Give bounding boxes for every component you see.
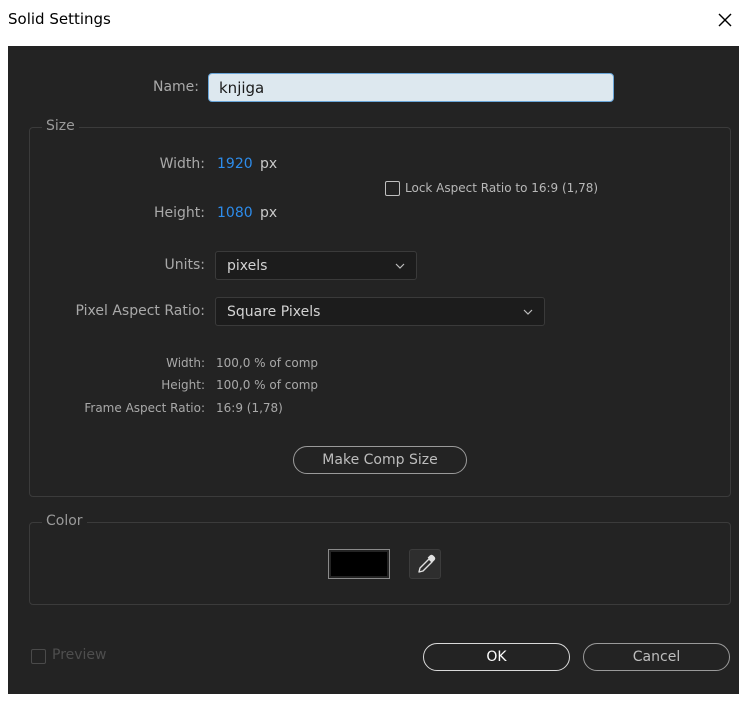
info-height-label: Height: bbox=[161, 378, 205, 392]
units-dropdown[interactable]: pixels bbox=[215, 251, 417, 280]
size-group-legend: Size bbox=[42, 118, 79, 134]
make-comp-size-button[interactable]: Make Comp Size bbox=[293, 446, 467, 474]
name-input[interactable] bbox=[208, 73, 614, 102]
dialog-body: Name: Size Width: 1920 px Height: 1080 p… bbox=[8, 46, 739, 694]
height-unit: px bbox=[260, 205, 278, 221]
ok-button[interactable]: OK bbox=[423, 643, 570, 671]
par-label: Pixel Aspect Ratio: bbox=[75, 303, 206, 319]
close-button[interactable] bbox=[711, 6, 739, 34]
units-label: Units: bbox=[164, 257, 205, 273]
height-label: Height: bbox=[154, 205, 205, 221]
color-swatch[interactable] bbox=[328, 549, 390, 579]
window-title: Solid Settings bbox=[8, 10, 111, 28]
units-value: pixels bbox=[227, 258, 268, 274]
eyedropper-button[interactable] bbox=[409, 549, 441, 579]
height-value[interactable]: 1080 bbox=[217, 205, 253, 221]
par-dropdown[interactable]: Square Pixels bbox=[215, 297, 545, 326]
color-group-legend: Color bbox=[42, 513, 87, 529]
width-label: Width: bbox=[159, 156, 205, 172]
preview-checkbox[interactable] bbox=[31, 649, 46, 664]
info-width-label: Width: bbox=[166, 356, 205, 370]
frame-aspect-label: Frame Aspect Ratio: bbox=[84, 401, 205, 415]
lock-aspect-label[interactable]: Lock Aspect Ratio to 16:9 (1,78) bbox=[405, 181, 598, 195]
chevron-down-icon bbox=[395, 263, 405, 269]
lock-aspect-checkbox[interactable] bbox=[385, 181, 400, 196]
close-icon bbox=[718, 13, 732, 27]
par-value: Square Pixels bbox=[227, 304, 321, 320]
title-bar: Solid Settings bbox=[0, 0, 747, 42]
color-swatch-fill bbox=[331, 552, 387, 576]
name-label: Name: bbox=[152, 79, 199, 95]
frame-aspect-value: 16:9 (1,78) bbox=[216, 401, 283, 415]
info-height-value: 100,0 % of comp bbox=[216, 378, 319, 392]
cancel-button[interactable]: Cancel bbox=[583, 643, 730, 671]
eyedropper-icon bbox=[418, 554, 436, 573]
width-value[interactable]: 1920 bbox=[217, 156, 253, 172]
preview-label[interactable]: Preview bbox=[52, 647, 107, 663]
chevron-down-icon bbox=[523, 309, 533, 315]
info-width-value: 100,0 % of comp bbox=[216, 356, 319, 370]
width-unit: px bbox=[260, 156, 278, 172]
